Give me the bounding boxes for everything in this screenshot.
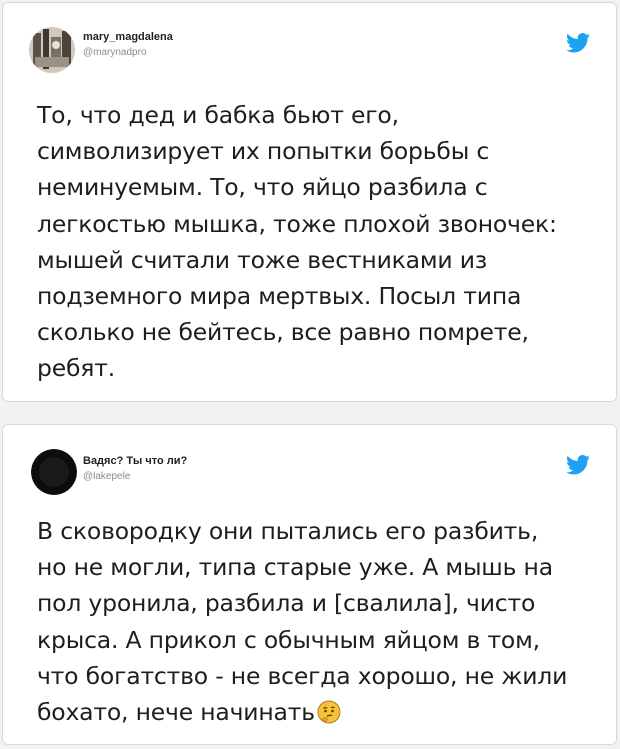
tweet-text-body: В сковородку они пытались его разбить, н… — [37, 517, 568, 727]
avatar[interactable] — [29, 27, 75, 73]
author-name[interactable]: mary_magdalena — [83, 31, 173, 43]
avatar[interactable] — [31, 449, 77, 495]
avatar-photo — [29, 27, 75, 73]
twitter-bird-icon[interactable] — [566, 33, 590, 53]
twitter-bird-icon[interactable] — [566, 455, 590, 475]
author-handle[interactable]: @marynadpro — [83, 47, 147, 58]
tweet-text: В сковородку они пытались его разбить, н… — [37, 513, 597, 730]
avatar-photo — [31, 449, 77, 495]
tweet-card: Вадяс? Ты что ли? @lakepele В сковородку… — [2, 424, 617, 745]
thinking-face-icon — [317, 700, 341, 724]
tweet-text: То, что дед и бабка бьют его, символизир… — [37, 101, 557, 383]
author-name[interactable]: Вадяс? Ты что ли? — [83, 455, 187, 467]
author-handle[interactable]: @lakepele — [83, 471, 130, 482]
tweet-card: mary_magdalena @marynadpro То, что дед и… — [2, 2, 617, 402]
